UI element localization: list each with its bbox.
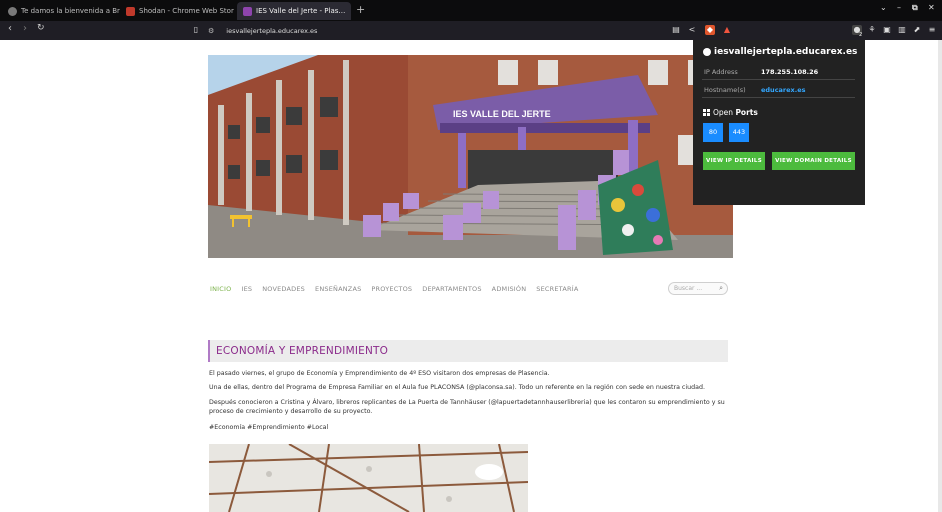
view-ip-details-button[interactable]: VIEW IP DETAILS (703, 152, 765, 170)
minimize-icon[interactable]: – (897, 3, 901, 12)
search-placeholder: Buscar ... (674, 285, 703, 292)
menu-item-admision[interactable]: ADMISIÓN (492, 285, 527, 293)
menu-item-ensenanzas[interactable]: ENSEÑANZAS (315, 285, 361, 293)
shodan-popup: iesvallejertepla.educarex.es IP Address … (693, 40, 865, 205)
open-ports-heading: Open Ports (703, 108, 758, 117)
ip-value: 178.255.108.26 (761, 68, 819, 76)
extensions-icon[interactable]: ⚘ (867, 25, 877, 35)
url-text: iesvallejertepla.educarex.es (226, 26, 318, 35)
brave-rewards-icon[interactable]: ▲ (722, 25, 732, 35)
close-icon[interactable]: ✕ (345, 7, 351, 16)
menu-item-secretaria[interactable]: SECRETARÍA (536, 285, 578, 293)
address-bar[interactable]: ⚙ iesvallejertepla.educarex.es (208, 23, 718, 38)
hostname-link[interactable]: educarex.es (761, 86, 805, 94)
toolbar: ‹ › ↻ ▯ ⚙ iesvallejertepla.educarex.es ▤… (0, 21, 942, 40)
main-menu: INICIO IES NOVEDADES ENSEÑANZAS PROYECTO… (204, 278, 734, 300)
site-info-icon[interactable]: ⚙ (208, 27, 214, 35)
tab-title: IES Valle del Jerte - Plas… (256, 7, 346, 15)
tab-title: Te damos la bienvenida a Br… (21, 7, 120, 15)
search-icon[interactable]: ⌕ (719, 283, 723, 294)
new-tab-button[interactable]: + (356, 3, 365, 16)
divider (702, 97, 855, 98)
tab-strip: Te damos la bienvenida a Br… Shodan - Ch… (0, 0, 942, 21)
divider (702, 79, 855, 80)
ports-label: Ports (735, 108, 758, 117)
hostnames-label: Hostname(s) (704, 86, 746, 94)
menu-item-novedades[interactable]: NOVEDADES (262, 285, 305, 293)
article-hashtags: #Economía #Emprendimiento #Local (209, 424, 329, 431)
back-icon[interactable]: ‹ (8, 23, 12, 34)
globe-icon (703, 48, 711, 56)
restore-icon[interactable]: ⧉ (912, 3, 918, 13)
tab-welcome[interactable]: Te damos la bienvenida a Br… (2, 2, 120, 20)
wallet-icon[interactable]: ▥ (897, 25, 907, 35)
menu-item-ies[interactable]: IES (241, 285, 252, 293)
site-favicon-icon (243, 6, 252, 16)
tab-title: Shodan - Chrome Web Store (139, 7, 234, 15)
chevron-down-icon[interactable]: ⌄ (880, 3, 887, 12)
school-sign: IES VALLE DEL JERTE (453, 109, 551, 119)
search-input[interactable]: Buscar ... ⌕ (668, 282, 728, 295)
port-badge[interactable]: 80 (703, 123, 723, 142)
grid-icon (703, 109, 710, 116)
scrollbar[interactable] (938, 40, 942, 512)
menu-item-proyectos[interactable]: PROYECTOS (371, 285, 412, 293)
view-domain-details-button[interactable]: VIEW DOMAIN DETAILS (772, 152, 855, 170)
forward-icon[interactable]: › (23, 23, 27, 34)
shodan-icon (126, 6, 135, 16)
menu-icon[interactable]: ≡ (927, 25, 937, 35)
article-title: ECONOMÍA Y EMPRENDIMIENTO (208, 340, 728, 362)
tab-shodan-store[interactable]: Shodan - Chrome Web Store (120, 2, 234, 20)
menu-item-departamentos[interactable]: DEPARTAMENTOS (422, 285, 481, 293)
ip-label: IP Address (704, 68, 738, 76)
brave-shields-icon[interactable]: ◆ (705, 25, 715, 35)
tab-ies-valle[interactable]: IES Valle del Jerte - Plas… ✕ (237, 2, 351, 20)
article-paragraph: Una de ellas, dentro del Programa de Emp… (209, 384, 705, 391)
brave-icon (8, 6, 17, 16)
menu-item-inicio[interactable]: INICIO (210, 285, 231, 293)
vpn-icon[interactable]: ⬈ (912, 25, 922, 35)
reader-icon[interactable]: ▤ (671, 25, 681, 35)
popup-hostname: iesvallejertepla.educarex.es (703, 47, 857, 57)
school-building-image: IES VALLE DEL JERTE (208, 55, 733, 258)
close-window-icon[interactable]: ✕ (928, 3, 935, 12)
ceiling-photo (209, 444, 528, 512)
article-paragraph: El pasado viernes, el grupo de Economía … (209, 370, 550, 377)
sidebar-icon[interactable]: ▣ (882, 25, 892, 35)
open-label: Open (713, 108, 734, 117)
share-icon[interactable]: < (687, 25, 697, 35)
extension-badge: 2 (859, 32, 863, 38)
port-badge[interactable]: 443 (729, 123, 749, 142)
article-paragraph: Después conocieron a Cristina y Álvaro, … (209, 399, 725, 415)
bookmark-icon[interactable]: ▯ (191, 25, 201, 35)
reload-icon[interactable]: ↻ (37, 23, 45, 33)
browser-window: Te damos la bienvenida a Br… Shodan - Ch… (0, 0, 942, 512)
popup-host-text: iesvallejertepla.educarex.es (714, 47, 858, 57)
